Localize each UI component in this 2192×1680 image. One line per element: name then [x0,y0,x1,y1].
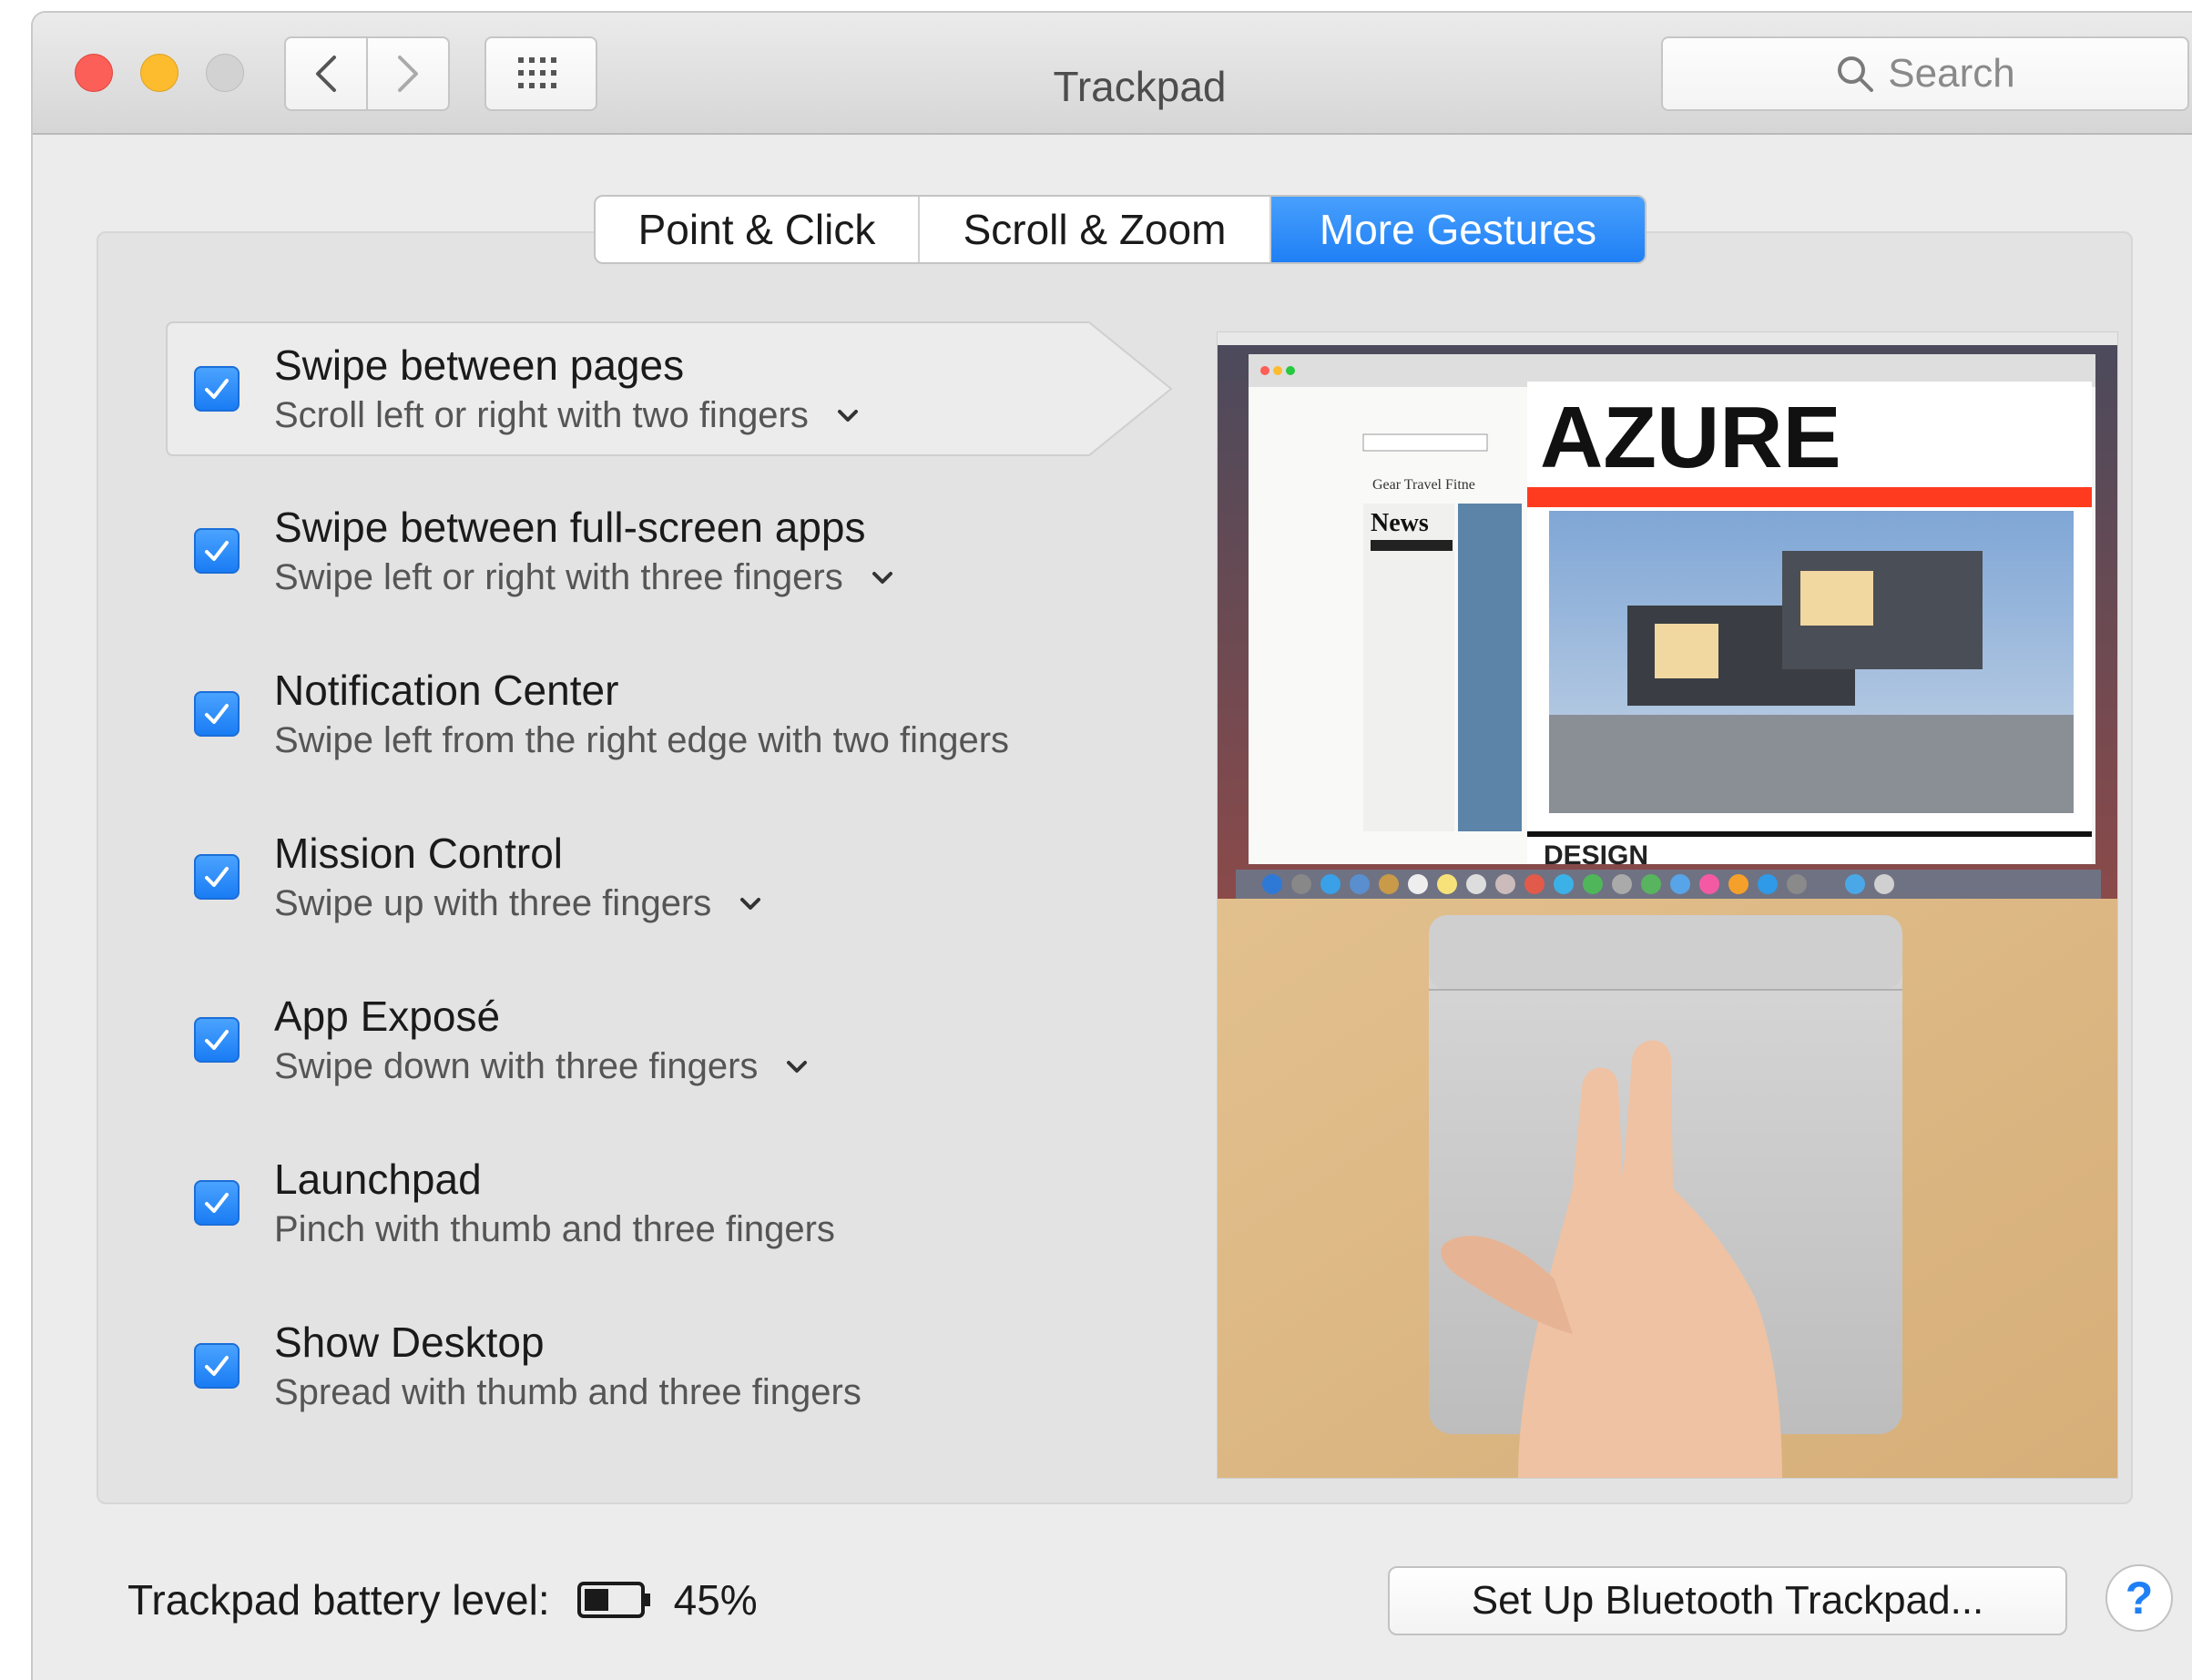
preview-section-label: DESIGN [1544,840,1648,871]
gesture-option[interactable]: Swipe down with three fingers [274,1046,809,1087]
chevron-down-icon[interactable] [836,408,860,424]
gesture-subtitle: Swipe up with three fingers [274,883,712,923]
gesture-row-mission-control[interactable]: Mission Control Swipe up with three fing… [165,809,1167,945]
checkbox-show-desktop[interactable] [194,1343,240,1389]
gesture-option[interactable]: Swipe left or right with three fingers [274,557,894,598]
gesture-subtitle: Swipe down with three fingers [274,1046,759,1086]
battery-icon [576,1582,652,1618]
gesture-subtitle: Spread with thumb and three fingers [274,1372,862,1412]
gesture-subtitle: Swipe left or right with three fingers [274,557,843,597]
battery-label: Trackpad battery level: [127,1576,550,1624]
checkmark-icon [205,704,229,724]
chevron-down-icon[interactable] [739,896,762,912]
preview-magazine-title: AZURE [1540,389,1841,486]
gesture-title: Mission Control [274,830,563,877]
gesture-title: Swipe between full-screen apps [274,504,866,551]
checkmark-icon [205,379,229,399]
preview-illustration: Gear Travel Fitne News AZURE DESIGN [1218,332,2117,1478]
checkmark-icon [205,541,229,561]
battery-status: Trackpad battery level: 45% [127,1575,758,1624]
gesture-subtitle: Pinch with thumb and three fingers [274,1209,835,1249]
preferences-window: Trackpad Search Point & Click Scroll & Z… [31,11,2192,1680]
gesture-title: Launchpad [274,1156,482,1203]
help-button[interactable]: ? [2105,1564,2173,1632]
gesture-row-launchpad[interactable]: Launchpad Pinch with thumb and three fin… [165,1135,1167,1271]
checkmark-icon [205,1356,229,1376]
gesture-row-fullscreen-apps[interactable]: Swipe between full-screen apps Swipe lef… [165,483,1167,619]
preview-news: News [1371,509,1429,537]
checkbox-app-expose[interactable] [194,1017,240,1063]
tab-scroll-zoom[interactable]: Scroll & Zoom [920,197,1271,262]
checkbox-launchpad[interactable] [194,1180,240,1226]
tab-bar: Point & Click Scroll & Zoom More Gesture… [594,195,1647,264]
battery-percent: 45% [673,1576,758,1624]
checkbox-mission-control[interactable] [194,854,240,900]
gesture-option[interactable]: Scroll left or right with two fingers [274,395,860,436]
search-icon [1838,56,1874,92]
checkbox-notification-center[interactable] [194,691,240,737]
checkmark-icon [205,1193,229,1213]
chevron-down-icon[interactable] [871,570,894,586]
preview-menu: Gear Travel Fitne [1372,477,1475,493]
search-placeholder: Search [1888,51,2015,96]
gesture-row-swipe-pages[interactable]: Swipe between pages Scroll left or right… [165,321,1173,457]
gesture-row-notification-center[interactable]: Notification Center Swipe left from the … [165,646,1167,782]
gesture-row-show-desktop[interactable]: Show Desktop Spread with thumb and three… [165,1298,1167,1434]
setup-bluetooth-trackpad-button[interactable]: Set Up Bluetooth Trackpad... [1388,1566,2067,1635]
gesture-title: Swipe between pages [274,341,685,389]
checkmark-icon [205,1030,229,1050]
gesture-title: App Exposé [274,993,501,1040]
gesture-row-app-expose[interactable]: App Exposé Swipe down with three fingers [165,972,1167,1108]
gesture-title: Show Desktop [274,1319,545,1366]
tab-more-gestures[interactable]: More Gestures [1271,197,1645,262]
gesture-subtitle: Scroll left or right with two fingers [274,395,809,435]
gesture-option[interactable]: Swipe up with three fingers [274,883,762,924]
gesture-title: Notification Center [274,667,619,714]
search-field[interactable]: Search [1661,36,2189,111]
gesture-preview: Gear Travel Fitne News AZURE DESIGN [1217,331,2118,1479]
checkmark-icon [205,867,229,887]
battery-fill [584,1589,608,1611]
chevron-down-icon[interactable] [785,1059,809,1075]
tab-point-click[interactable]: Point & Click [596,197,920,262]
checkbox-fullscreen-apps[interactable] [194,528,240,574]
checkbox-swipe-pages[interactable] [194,366,240,412]
title-bar: Trackpad Search [33,13,2192,135]
gesture-subtitle: Swipe left from the right edge with two … [274,720,1010,760]
